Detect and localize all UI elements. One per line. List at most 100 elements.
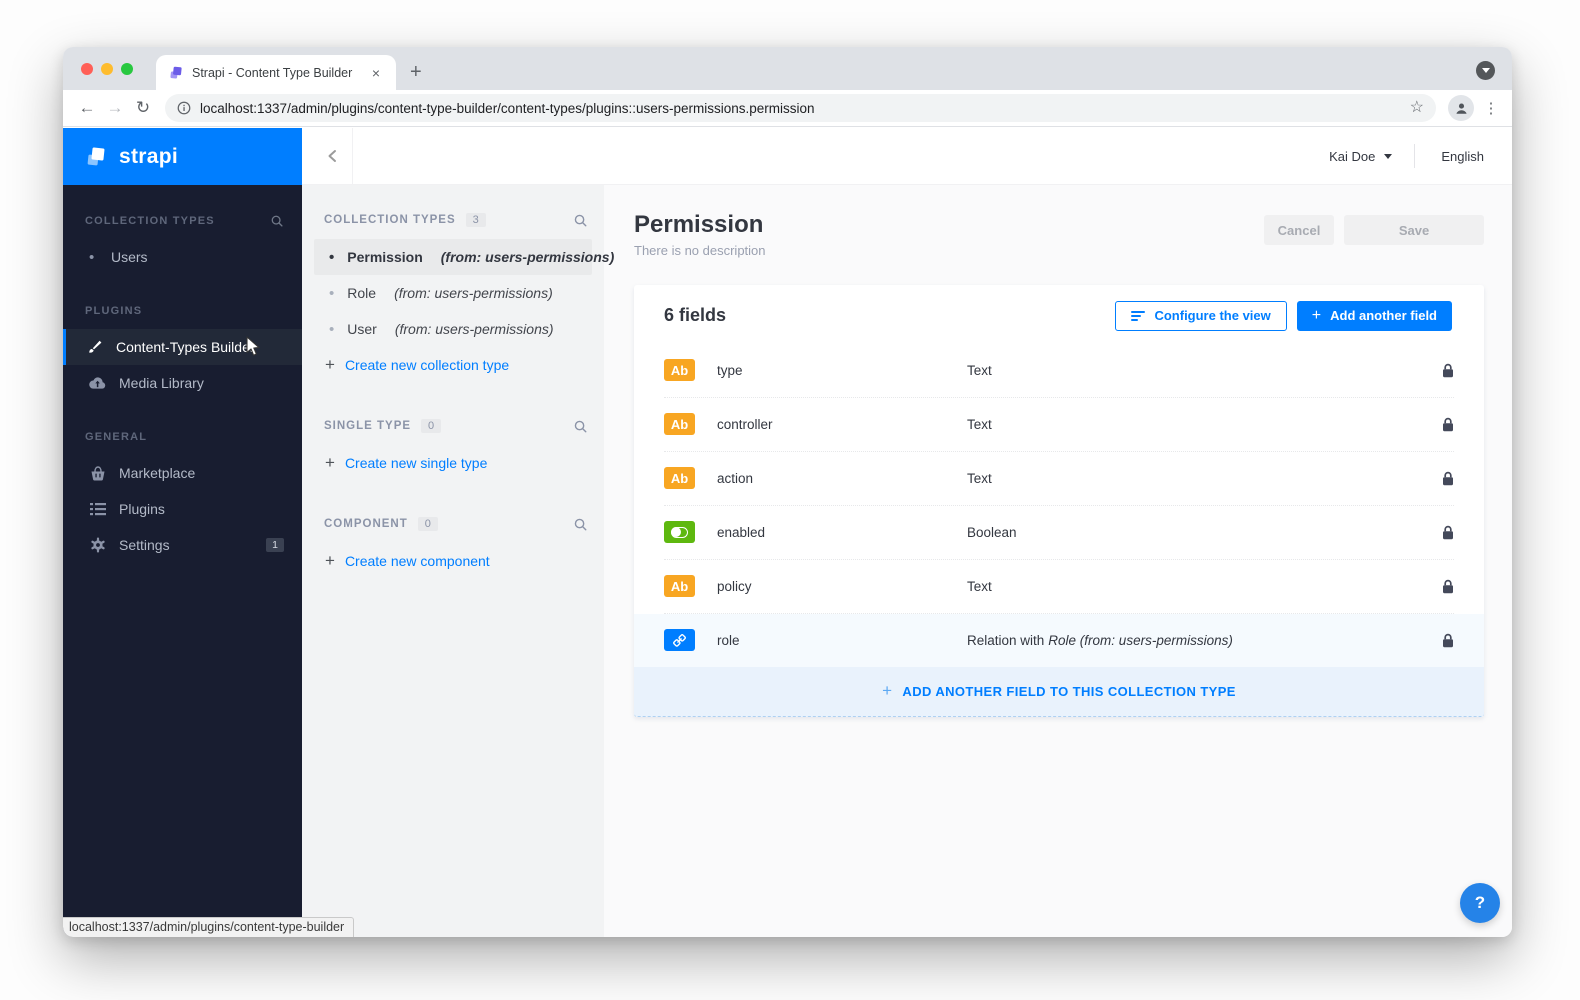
collection-type-suffix: (from: users-permissions) [441,249,614,265]
close-window-button[interactable] [81,63,93,75]
browser-tab[interactable]: Strapi - Content Type Builder × [156,55,396,90]
sidebar-item-label: Settings [119,537,170,553]
forward-icon[interactable]: → [101,98,129,118]
help-button[interactable]: ? [1460,883,1500,923]
search-icon[interactable] [573,419,588,434]
collection-type-item[interactable]: • Permission (from: users-permissions) [314,239,592,275]
field-row: role Relation withRole (from: users-perm… [634,614,1484,667]
search-icon[interactable] [270,214,284,228]
create-link-label: Create new collection type [345,357,509,373]
sidebar-item-users[interactable]: • Users [63,239,302,275]
browser-menu-icon[interactable]: ⋮ [1480,99,1502,117]
list-icon [89,502,106,516]
group-label: COLLECTION TYPES [324,214,456,226]
collection-type-item[interactable]: • Role (from: users-permissions) [314,275,592,311]
site-info-icon[interactable] [177,101,191,115]
create-collection-type-link[interactable]: + Create new collection type [314,347,592,383]
field-name: action [717,471,967,486]
tab-strip: Strapi - Content Type Builder × + [63,47,1512,90]
group-count-badge: 0 [421,419,441,433]
basket-icon [89,466,106,481]
back-icon[interactable]: ← [73,98,101,118]
text-field-icon: Ab [664,413,695,435]
address-bar[interactable]: localhost:1337/admin/plugins/content-typ… [165,94,1436,122]
sidebar-section-plugins: PLUGINS Content-Types Builder [63,301,302,401]
panel-group-collection-types: COLLECTION TYPES 3 • Permission [314,209,592,383]
browser-profile-avatar[interactable] [1448,95,1474,121]
create-component-link[interactable]: + Create new component [314,543,592,579]
save-button[interactable]: Save [1344,215,1484,245]
person-icon [1454,101,1469,116]
collection-type-name: Role [347,285,376,301]
strapi-logo-icon [85,145,109,169]
new-tab-button[interactable]: + [410,62,422,82]
strapi-logo-text: strapi [119,145,178,169]
field-type: Boolean [967,525,1017,540]
section-label: COLLECTION TYPES [85,215,270,227]
strapi-logo[interactable]: strapi [63,128,302,185]
cancel-button[interactable]: Cancel [1264,215,1334,245]
reload-icon[interactable]: ↻ [129,98,157,118]
tab-title: Strapi - Content Type Builder [192,66,360,80]
bullet-icon: • [329,321,334,338]
header-right-controls: Kai Doe English [1329,144,1512,168]
bookmark-star-icon[interactable]: ☆ [1410,100,1424,116]
search-icon[interactable] [573,213,588,228]
plus-icon: + [325,551,335,571]
create-link-label: Create new component [345,553,490,569]
fields-card: 6 fields Configure the view + Add anothe… [634,285,1484,717]
sidebar-item-settings[interactable]: Settings 1 [63,527,302,563]
tab-close-icon[interactable]: × [368,64,384,82]
lock-icon [1442,633,1454,648]
desktop: { "icons": { "back_arrow": "←", "forward… [0,0,1580,1000]
sidebar-item-plugins[interactable]: Plugins [63,491,302,527]
group-label: COMPONENT [324,518,408,530]
zoom-window-button[interactable] [121,63,133,75]
lock-icon [1442,525,1454,540]
tab-search-button[interactable] [1476,61,1495,80]
sidebar-item-label: Users [111,249,148,265]
field-name: role [717,633,967,648]
field-name: type [717,363,967,378]
page-subtitle: There is no description [634,243,766,258]
settings-count-badge: 1 [266,538,284,552]
add-another-field-button[interactable]: + Add another field [1297,301,1452,331]
browser-window: Strapi - Content Type Builder × + ← → ↻ … [63,47,1512,937]
page-title-block: Permission There is no description [634,211,766,258]
sidebar-item-media-library[interactable]: Media Library [63,365,302,401]
strapi-favicon [168,65,184,81]
content-types-panel: COLLECTION TYPES 3 • Permission [302,185,604,937]
cloud-upload-icon [89,376,106,390]
create-single-type-link[interactable]: + Create new single type [314,445,592,481]
collection-type-name: Permission [347,249,422,265]
field-type-suffix: Role (from: users-permissions) [1048,633,1233,648]
back-chevron-button[interactable] [324,147,342,165]
user-menu[interactable]: Kai Doe [1329,149,1414,164]
search-icon[interactable] [573,517,588,532]
user-name: Kai Doe [1329,149,1375,164]
field-name: policy [717,579,967,594]
add-field-banner[interactable]: + ADD ANOTHER FIELD TO THIS COLLECTION T… [634,667,1484,717]
sidebar-item-content-types-builder[interactable]: Content-Types Builder [63,329,302,365]
field-type: Relation withRole (from: users-permissio… [967,633,1233,648]
minimize-window-button[interactable] [101,63,113,75]
chevron-left-icon [324,147,342,165]
collection-type-item[interactable]: • User (from: users-permissions) [314,311,592,347]
sidebar-item-label: Plugins [119,501,165,517]
browser-toolbar: ← → ↻ localhost:1337/admin/plugins/conte… [63,90,1512,127]
plus-icon: + [1312,307,1321,325]
chevron-down-icon [1384,154,1392,159]
group-count-badge: 0 [418,517,438,531]
collection-type-name: User [347,321,377,337]
main-content: Permission There is no description Cance… [604,185,1512,937]
group-count-badge: 3 [466,213,486,227]
configure-view-button[interactable]: Configure the view [1115,301,1286,331]
add-field-banner-label: ADD ANOTHER FIELD TO THIS COLLECTION TYP… [902,684,1235,699]
plus-icon: + [325,453,335,473]
field-row: Ab controller Text [634,398,1484,451]
boolean-field-icon [664,521,695,543]
sidebar-section-general: GENERAL Marketplace [63,427,302,563]
lock-icon [1442,417,1454,432]
language-selector[interactable]: English [1415,149,1484,164]
sidebar-item-marketplace[interactable]: Marketplace [63,455,302,491]
